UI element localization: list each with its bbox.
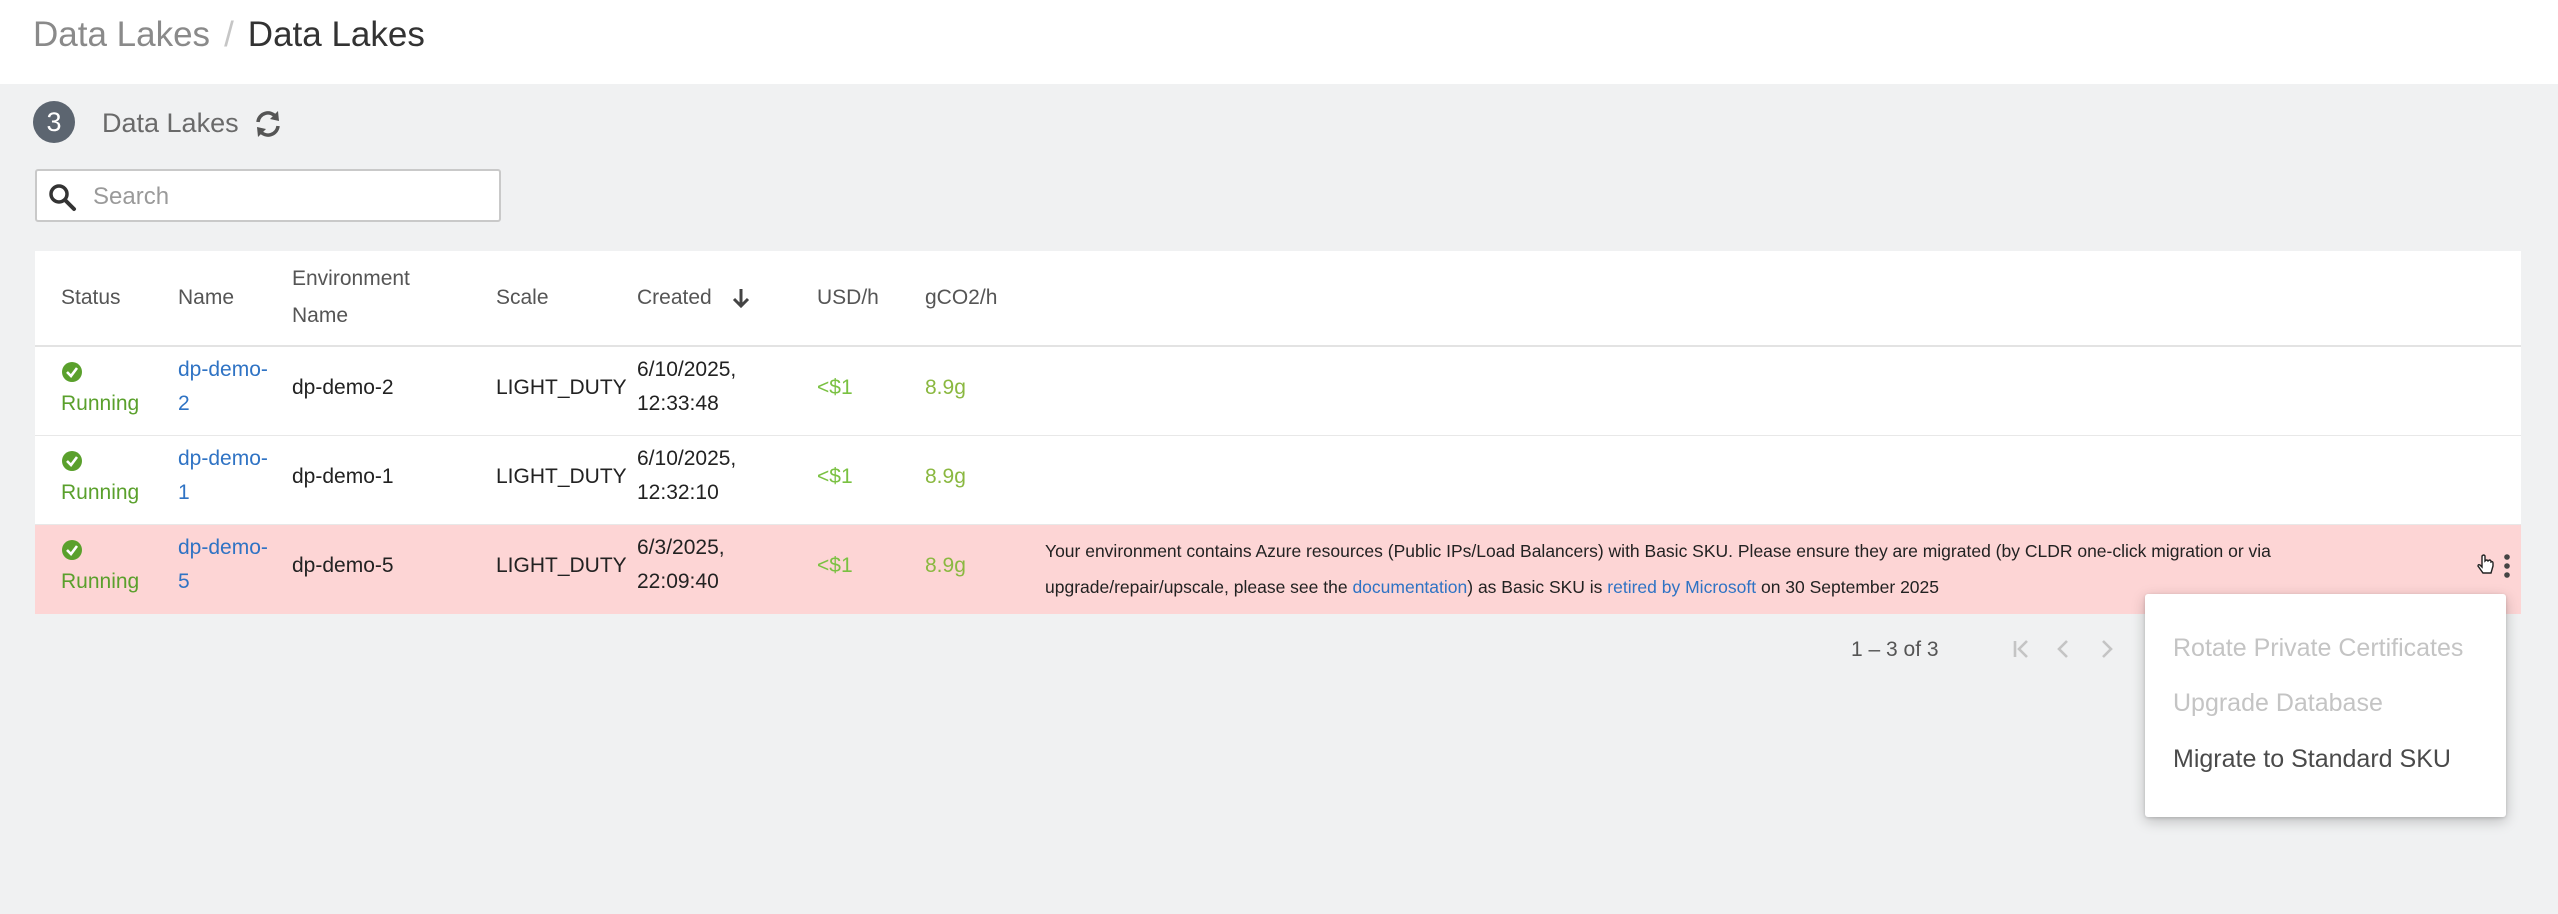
column-header-usd: USD/h bbox=[817, 286, 879, 309]
check-circle-icon bbox=[62, 362, 82, 382]
refresh-icon[interactable] bbox=[252, 108, 284, 140]
status-text: Running bbox=[61, 570, 140, 593]
next-page-icon[interactable] bbox=[2091, 634, 2121, 664]
breadcrumb: Data Lakes / Data Lakes bbox=[33, 12, 425, 58]
table-row: Running dp-demo-1 dp-demo-1 LIGHT_DUTY 6… bbox=[35, 436, 2521, 526]
usd-per-hour: <$1 bbox=[817, 376, 853, 399]
breadcrumb-current: Data Lakes bbox=[247, 15, 425, 54]
column-header-status: Status bbox=[61, 286, 121, 309]
retired-by-microsoft-link[interactable]: retired by Microsoft bbox=[1607, 577, 1756, 597]
usd-per-hour: <$1 bbox=[817, 465, 853, 488]
warning-text-3: on 30 September 2025 bbox=[1756, 577, 1940, 597]
search-icon bbox=[49, 184, 76, 211]
scale: LIGHT_DUTY bbox=[496, 376, 627, 399]
kebab-menu-icon[interactable] bbox=[2499, 551, 2515, 581]
created-timestamp: 6/3/2025, 22:09:40 bbox=[637, 536, 725, 593]
datalake-name-link[interactable]: dp-demo-1 bbox=[178, 442, 278, 510]
breadcrumb-separator: / bbox=[224, 15, 234, 54]
table-header: Status Name Environment Name Scale Creat… bbox=[35, 251, 2521, 347]
created-timestamp: 6/10/2025, 12:33:48 bbox=[637, 358, 737, 415]
documentation-link[interactable]: documentation bbox=[1352, 577, 1467, 597]
check-circle-icon bbox=[62, 451, 82, 471]
cursor-hand-icon bbox=[2477, 554, 2494, 574]
column-header-scale: Scale bbox=[496, 286, 549, 309]
co2-per-hour: 8.9g bbox=[925, 554, 966, 577]
search-box bbox=[35, 169, 501, 222]
menu-item-rotate-private-certificates: Rotate Private Certificates bbox=[2173, 634, 2464, 662]
usd-per-hour: <$1 bbox=[817, 554, 853, 577]
section-title: Data Lakes bbox=[102, 108, 239, 138]
column-header-name: Name bbox=[178, 286, 235, 309]
status-text: Running bbox=[61, 481, 140, 504]
scale: LIGHT_DUTY bbox=[496, 554, 627, 577]
pagination-range: 1 – 3 of 3 bbox=[1851, 638, 1939, 661]
created-timestamp: 6/10/2025, 12:32:10 bbox=[637, 447, 737, 504]
top-bar: Data Lakes / Data Lakes bbox=[0, 0, 2558, 84]
datalake-name-link[interactable]: dp-demo-2 bbox=[178, 353, 278, 421]
environment-name: dp-demo-1 bbox=[292, 465, 394, 488]
previous-page-icon[interactable] bbox=[2049, 634, 2079, 664]
first-page-icon[interactable] bbox=[2007, 634, 2037, 664]
environment-name: dp-demo-5 bbox=[292, 554, 394, 577]
sort-arrow-down-icon[interactable] bbox=[730, 286, 752, 310]
column-header-environment-name: Environment Name bbox=[292, 267, 410, 327]
table-row: Running dp-demo-2 dp-demo-2 LIGHT_DUTY 6… bbox=[35, 347, 2521, 437]
breadcrumb-parent[interactable]: Data Lakes bbox=[33, 15, 210, 54]
warning-text-2: ) as Basic SKU is bbox=[1467, 577, 1608, 597]
datalake-name-link[interactable]: dp-demo-5 bbox=[178, 531, 278, 599]
count-badge: 3 bbox=[33, 101, 75, 143]
menu-item-migrate-to-standard-sku[interactable]: Migrate to Standard SKU bbox=[2173, 742, 2451, 776]
co2-per-hour: 8.9g bbox=[925, 465, 966, 488]
check-circle-icon bbox=[62, 540, 82, 560]
column-header-created[interactable]: Created bbox=[637, 279, 752, 316]
co2-per-hour: 8.9g bbox=[925, 376, 966, 399]
environment-name: dp-demo-2 bbox=[292, 376, 394, 399]
column-header-created-label: Created bbox=[637, 286, 712, 309]
menu-item-upgrade-database: Upgrade Database bbox=[2173, 689, 2383, 717]
data-lakes-table: Status Name Environment Name Scale Creat… bbox=[35, 251, 2521, 614]
status-text: Running bbox=[61, 392, 140, 415]
search-input[interactable] bbox=[91, 177, 495, 217]
row-actions-menu: Rotate Private Certificates Upgrade Data… bbox=[2145, 594, 2506, 817]
column-header-co2: gCO2/h bbox=[925, 286, 998, 309]
scale: LIGHT_DUTY bbox=[496, 465, 627, 488]
